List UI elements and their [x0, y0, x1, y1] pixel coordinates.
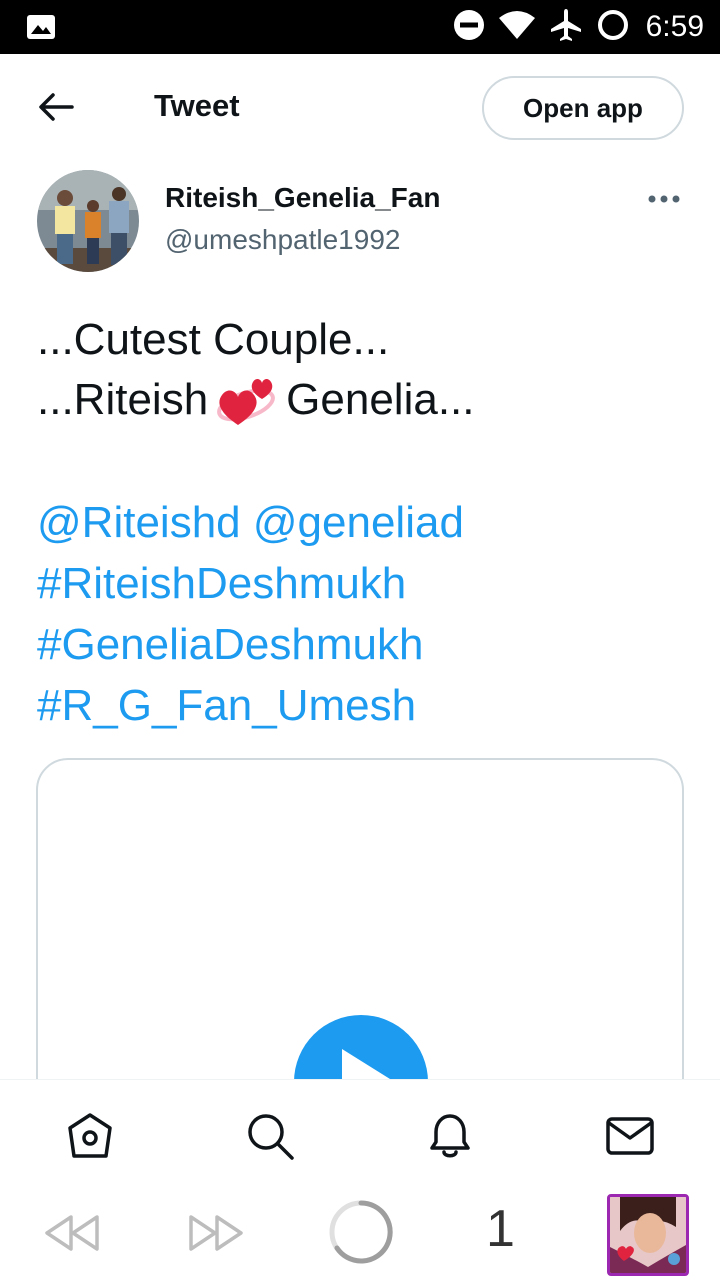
media-controls-bar: 1 — [0, 1191, 720, 1280]
nav-home[interactable] — [62, 1110, 118, 1166]
more-options-button[interactable] — [640, 182, 688, 218]
wifi-icon — [498, 10, 536, 45]
gallery-icon — [26, 14, 56, 40]
page-title: Tweet — [154, 88, 240, 123]
nav-search[interactable] — [242, 1110, 298, 1166]
search-icon — [244, 1110, 296, 1167]
mention-link[interactable]: @geneliad — [253, 498, 464, 547]
avatar[interactable] — [37, 170, 139, 272]
status-icons: 6:59 — [452, 0, 704, 54]
status-time: 6:59 — [645, 10, 704, 43]
screen: 6:59 Tweet Open app Riteish_Genelia_Fan … — [0, 0, 720, 1280]
loading-indicator — [326, 1199, 396, 1269]
hashtag-link[interactable]: #R_G_Fan_Umesh — [37, 681, 416, 730]
video-media-card[interactable] — [36, 758, 684, 1118]
mention-link[interactable]: @Riteishd — [37, 498, 241, 547]
rewind-icon — [43, 1213, 101, 1258]
header: Tweet Open app — [0, 54, 720, 164]
notifications-bell-icon — [424, 1110, 476, 1167]
nav-messages[interactable] — [602, 1110, 658, 1166]
airplane-mode-icon — [548, 7, 584, 48]
open-app-button[interactable]: Open app — [482, 76, 684, 140]
loading-spinner-icon — [327, 1198, 395, 1271]
fast-forward-button[interactable] — [186, 1205, 246, 1265]
hashtag-line: #R_G_Fan_Umesh — [37, 675, 687, 736]
hashtag-line: #GeneliaDeshmukh — [37, 614, 687, 675]
app-thumbnail[interactable] — [607, 1194, 689, 1276]
revolving-hearts-emoji — [216, 369, 278, 427]
tweet-text: ...Cutest Couple... ...Riteish Genelia..… — [37, 310, 687, 431]
back-button[interactable] — [30, 86, 82, 132]
mentions-line: @Riteishd @geneliad — [37, 492, 687, 553]
nav-notifications[interactable] — [422, 1110, 478, 1166]
ellipsis-icon — [647, 191, 681, 209]
tweet-text-line-2: ...Riteish Genelia... — [37, 370, 687, 431]
display-name[interactable]: Riteish_Genelia_Fan — [165, 182, 440, 214]
hashtag-line: #RiteishDeshmukh — [37, 553, 687, 614]
tweet-text-segment: Genelia... — [286, 375, 475, 424]
status-bar: 6:59 — [0, 0, 720, 54]
bottom-nav — [0, 1079, 720, 1192]
home-icon — [64, 1110, 116, 1167]
sync-ring-icon — [596, 8, 630, 47]
fast-forward-icon — [187, 1213, 245, 1258]
hashtag-link[interactable]: #RiteishDeshmukh — [37, 559, 406, 608]
hashtag-link[interactable]: #GeneliaDeshmukh — [37, 620, 423, 669]
tweet-text-line-1: ...Cutest Couple... — [37, 315, 390, 364]
tweet-links: @Riteishd @geneliad #RiteishDeshmukh #Ge… — [37, 492, 687, 736]
tweet-text-segment: ...Riteish — [37, 375, 209, 424]
arrow-left-icon — [38, 92, 74, 127]
username[interactable]: @umeshpatle1992 — [165, 224, 400, 256]
messages-mail-icon — [604, 1110, 656, 1167]
count-label: 1 — [486, 1200, 515, 1258]
rewind-button[interactable] — [42, 1205, 102, 1265]
do-not-disturb-icon — [452, 8, 486, 47]
